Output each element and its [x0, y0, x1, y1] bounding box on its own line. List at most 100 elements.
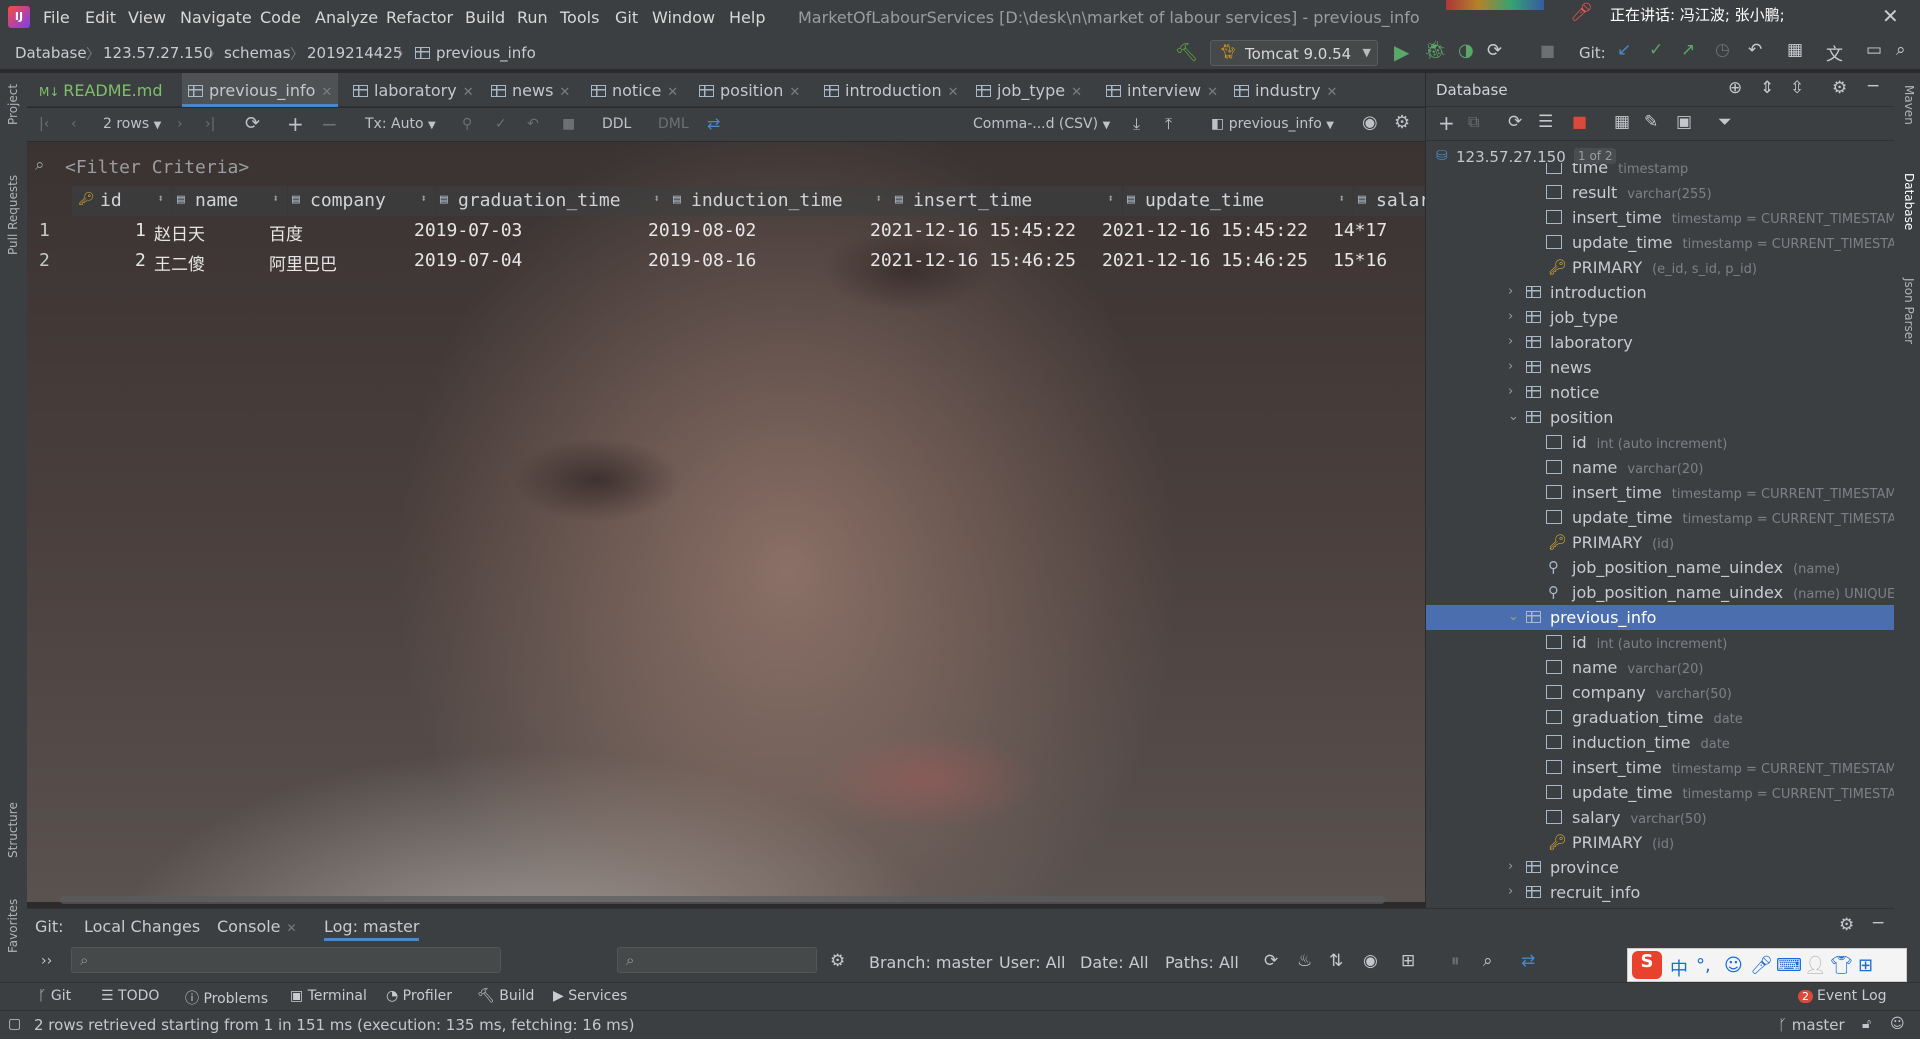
menu-tools[interactable]: Tools	[560, 8, 599, 27]
cell-update-time[interactable]: 2021-12-16 15:46:25	[1102, 246, 1308, 276]
export-format-select[interactable]: Comma-...d (CSV) ▼	[973, 116, 1110, 132]
git-commit-icon[interactable]: ✓	[1649, 40, 1663, 60]
cell-name[interactable]: 赵日天	[154, 216, 205, 246]
chevron-down-icon[interactable]: ⌄	[1508, 609, 1519, 624]
tree-table-node[interactable]: › introduction	[1426, 280, 1894, 305]
tool-terminal[interactable]: ▣ Terminal	[290, 988, 367, 1004]
structure-tool-button[interactable]: Structure	[6, 802, 20, 858]
breadcrumb-schemas[interactable]: schemas	[224, 44, 290, 62]
tab-console[interactable]: Console ✕	[217, 917, 297, 936]
breadcrumb-table[interactable]: previous_info	[415, 44, 536, 62]
tool-todo[interactable]: ☰ TODO	[101, 988, 159, 1004]
tree-index-node[interactable]: ⚲ job_position_name_uindex (name) UNIQUE	[1426, 580, 1894, 605]
next-page-icon[interactable]: ›	[177, 116, 183, 132]
ddl-button[interactable]: DDL	[602, 116, 631, 132]
pause-icon[interactable]: ⏸	[1451, 951, 1460, 971]
close-tab-icon[interactable]: ✕	[948, 85, 959, 100]
add-row-icon[interactable]: +	[287, 112, 304, 136]
tree-column-node[interactable]: update_time timestamp = CURRENT_TIMESTAM	[1426, 505, 1894, 530]
search-icon[interactable]: ⌕	[1896, 40, 1906, 60]
app-logo[interactable]: IJ	[8, 6, 30, 28]
tree-table-node[interactable]: ⌄ position	[1426, 405, 1894, 430]
inspection-icon[interactable]: ☺	[1890, 1016, 1905, 1032]
tab-introduction[interactable]: introduction ✕	[818, 73, 965, 107]
translate-icon[interactable]: 文	[1826, 40, 1843, 65]
menu-analyze[interactable]: Analyze	[315, 8, 378, 27]
tree-table-node[interactable]: › job_type	[1426, 305, 1894, 330]
compare-icon[interactable]: ⇄	[1521, 951, 1535, 971]
console-icon[interactable]: ▣	[1676, 112, 1692, 132]
menu-window[interactable]: Window	[652, 8, 715, 27]
mic-off-icon[interactable]: 🎤︎	[1570, 2, 1593, 23]
maven-tool-button[interactable]: Maven	[1902, 85, 1916, 125]
compare-icon[interactable]: ⇄	[707, 114, 720, 133]
date-filter[interactable]: Date: All	[1080, 953, 1149, 972]
minimize-icon[interactable]: −	[1866, 76, 1880, 96]
menu-run[interactable]: Run	[517, 8, 548, 27]
tool-build[interactable]: 🔨︎ Build	[477, 988, 534, 1004]
cell-graduation-time[interactable]: 2019-07-03	[414, 216, 522, 246]
settings-icon[interactable]: ⚙	[1394, 112, 1410, 133]
menu-git[interactable]: Git	[615, 8, 638, 27]
branch-filter[interactable]: Branch: master	[869, 953, 992, 972]
tab-readme[interactable]: M↓ README.md	[33, 73, 168, 107]
tab-industry[interactable]: industry ✕	[1228, 73, 1343, 107]
tree-column-node[interactable]: salary varchar(50)	[1426, 805, 1894, 830]
cell-induction-time[interactable]: 2019-08-02	[648, 216, 756, 246]
view-icon[interactable]: ◉	[1363, 951, 1378, 971]
expand-all-icon[interactable]: ⇕	[1760, 78, 1774, 98]
tool-problems[interactable]: ⓘ Problems	[185, 988, 268, 1008]
view-icon[interactable]: ◉	[1362, 112, 1378, 133]
menu-file[interactable]: File	[43, 8, 70, 27]
globe-icon[interactable]: ⊕	[1728, 78, 1742, 98]
git-rollback-icon[interactable]: ↶	[1748, 40, 1762, 60]
sort-icon[interactable]: ⬍	[272, 192, 279, 205]
menu-view[interactable]: View	[128, 8, 166, 27]
debug-icon[interactable]: 🐞︎	[1424, 40, 1447, 61]
build-hammer-icon[interactable]: 🔨︎	[1175, 42, 1198, 63]
horizontal-scrollbar[interactable]	[60, 896, 1385, 904]
database-tool-button[interactable]: Database	[1902, 173, 1916, 230]
close-tab-icon[interactable]: ✕	[1327, 85, 1338, 100]
tree-table-node[interactable]: › notice	[1426, 380, 1894, 405]
schema-icon[interactable]: ☰	[1538, 112, 1553, 132]
menu-edit[interactable]: Edit	[85, 8, 116, 27]
tab-previous-info[interactable]: previous_info ✕	[182, 73, 339, 107]
tree-column-node[interactable]: id int (auto increment)	[1426, 430, 1894, 455]
keyboard-icon[interactable]: ⌨	[1776, 955, 1802, 976]
git-branch-status[interactable]: ᚴ master	[1778, 1016, 1845, 1034]
tree-column-node[interactable]: time timestamp	[1426, 163, 1894, 180]
emoji-icon[interactable]: ☺	[1724, 955, 1743, 976]
cell-company[interactable]: 阿里巴巴	[269, 246, 337, 276]
branch-search-input[interactable]: ⌕	[71, 947, 501, 973]
tool-profiler[interactable]: ◔ Profiler	[386, 988, 452, 1004]
favorites-tool-button[interactable]: Favorites	[6, 899, 20, 953]
menu-code[interactable]: Code	[260, 8, 301, 27]
chevron-right-icon[interactable]: ›	[1508, 359, 1513, 374]
paths-filter[interactable]: Paths: All	[1165, 953, 1239, 972]
close-tab-icon[interactable]: ✕	[789, 85, 800, 100]
commit-search-input[interactable]: ⌕	[617, 947, 817, 973]
settings-icon[interactable]: ⚙	[1839, 915, 1854, 935]
table-editor-icon[interactable]: ▦	[1614, 112, 1630, 132]
tree-column-node[interactable]: graduation_time date	[1426, 705, 1894, 730]
cell-insert-time[interactable]: 2021-12-16 15:45:22	[870, 216, 1076, 246]
filter-criteria-input[interactable]: <Filter Criteria>	[65, 157, 249, 178]
tree-table-node[interactable]: › laboratory	[1426, 330, 1894, 355]
chevron-right-icon[interactable]: ›	[1508, 384, 1513, 399]
close-tab-icon[interactable]: ✕	[559, 85, 570, 100]
run-icon[interactable]: ▶	[1394, 40, 1409, 64]
tree-index-node[interactable]: ⚲ job_position_name_uindex (name)	[1426, 555, 1894, 580]
tab-laboratory[interactable]: laboratory ✕	[347, 73, 480, 107]
table-view-select[interactable]: ◧ previous_info ▼	[1211, 116, 1334, 132]
menu-build[interactable]: Build	[465, 8, 505, 27]
search-icon[interactable]: ⌕	[1483, 951, 1493, 971]
ime-toolbar[interactable]: S 中 °, ☺ 🎤︎ ⌨ 👤︎ 👕︎ ⊞	[1627, 948, 1907, 982]
refresh-icon[interactable]: ⟳	[1508, 112, 1522, 132]
tab-interview[interactable]: interview ✕	[1100, 73, 1224, 107]
commit-icon[interactable]: ✓	[495, 116, 507, 132]
tree-key-node[interactable]: 🔑︎ PRIMARY (id)	[1426, 830, 1894, 855]
table-row[interactable]: 2 2 王二傻 阿里巴巴 2019-07-04 2019-08-16 2021-…	[27, 246, 1425, 276]
dml-button[interactable]: DML	[658, 116, 689, 132]
menu-refactor[interactable]: Refactor	[386, 8, 453, 27]
